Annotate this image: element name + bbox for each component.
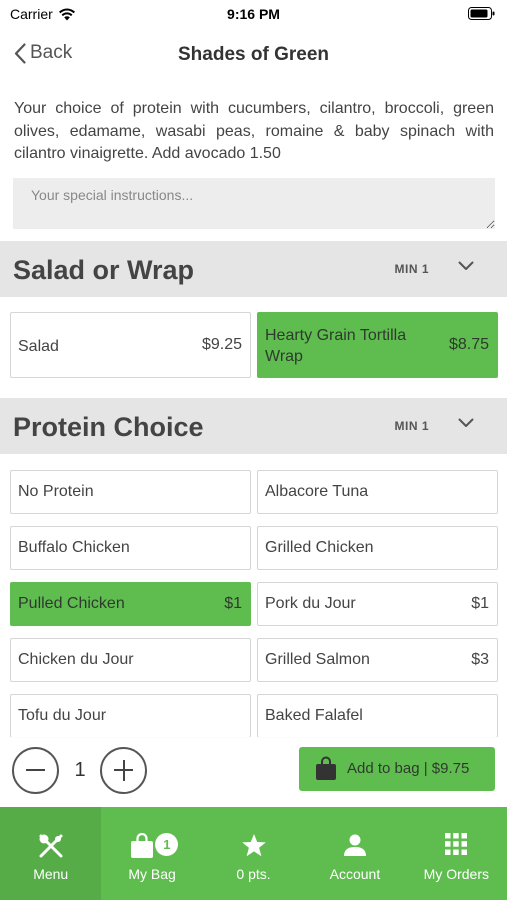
option-name: Baked Falafel [265,707,363,724]
option-name: Hearty Grain Tortilla Wrap [265,327,407,365]
special-instructions-input[interactable] [13,178,495,229]
option-tofu-du-jour[interactable]: Tofu du Jour [10,694,251,738]
grid-icon [445,833,468,855]
tab-menu[interactable]: Menu [0,807,102,900]
section-header-salad-or-wrap[interactable]: Salad or Wrap MIN 1 [0,241,507,297]
clock: 9:16 PM [227,6,280,22]
star-icon [241,834,266,857]
decrease-quantity-button[interactable] [12,747,59,794]
option-name: Albacore Tuna [265,483,369,500]
add-to-bag-button[interactable]: Add to bag | $9.75 [299,747,495,791]
option-chicken-du-jour[interactable]: Chicken du Jour [10,638,251,682]
option-price: $1 [224,595,242,612]
option-price: $3 [471,651,489,668]
option-name: No Protein [18,483,94,500]
min-label: MIN 1 [394,419,429,433]
quantity-bar: 1 Add to bag | $9.75 [0,737,507,807]
option-name: Chicken du Jour [18,651,134,668]
section-title: Salad or Wrap [13,255,195,285]
item-description: Your choice of protein with cucumbers, c… [14,100,494,162]
min-label: MIN 1 [394,262,429,276]
utensils-icon [39,834,63,858]
option-albacore-tuna[interactable]: Albacore Tuna [257,470,498,514]
option-name: Buffalo Chicken [18,539,130,556]
tab-label: Account [329,866,381,882]
option-name: Grilled Salmon [265,651,370,668]
tab-account[interactable]: Account [304,807,405,900]
option-pulled-chicken[interactable]: Pulled Chicken $1 [10,582,251,626]
shopping-bag-icon [316,756,336,780]
option-pork-du-jour[interactable]: Pork du Jour $1 [257,582,498,626]
bag-icon [131,833,154,858]
option-grilled-chicken[interactable]: Grilled Chicken [257,526,498,570]
option-name: Pulled Chicken [18,595,125,612]
plus-icon-vertical [122,760,125,781]
option-name: Salad [18,338,59,355]
chevron-down-icon [458,418,474,427]
tab-label: My Orders [423,866,489,882]
option-name: Grilled Chicken [265,539,374,556]
option-baked-falafel[interactable]: Baked Falafel [257,694,498,738]
tab-label: Menu [33,866,69,882]
minus-icon [26,769,45,771]
option-grilled-salmon[interactable]: Grilled Salmon $3 [257,638,498,682]
tab-label: 0 pts. [236,866,271,882]
tab-my-bag[interactable]: 1 My Bag [101,807,202,900]
tab-my-orders[interactable]: My Orders [406,807,507,900]
option-price: $9.25 [201,336,242,353]
increase-quantity-button[interactable] [100,747,147,794]
nav-bar: Back Shades of Green [0,28,507,82]
person-icon [343,834,366,856]
bag-count-badge: 1 [155,833,179,856]
option-hearty-grain-tortilla-wrap[interactable]: Hearty Grain Tortilla Wrap $8.75 [257,312,498,378]
add-to-bag-label: Add to bag | $9.75 [347,760,470,777]
quantity-value: 1 [74,759,86,781]
option-name: Tofu du Jour [18,707,107,724]
section-header-protein-choice[interactable]: Protein Choice MIN 1 [0,398,507,454]
tab-points[interactable]: 0 pts. [203,807,304,900]
status-bar: Carrier 9:16 PM [0,0,507,28]
option-buffalo-chicken[interactable]: Buffalo Chicken [10,526,251,570]
tab-label: My Bag [128,866,176,882]
option-price: $1 [471,595,489,612]
option-price: $8.75 [448,336,489,353]
option-name: Pork du Jour [265,595,356,612]
section-title: Protein Choice [13,412,204,442]
chevron-down-icon [458,261,474,270]
page-title: Shades of Green [178,44,329,65]
battery-icon [468,7,495,20]
tab-bar: Menu 1 My Bag 0 pts. Account My Orders [0,807,507,900]
option-salad[interactable]: Salad $9.25 [10,312,251,378]
option-no-protein[interactable]: No Protein [10,470,251,514]
